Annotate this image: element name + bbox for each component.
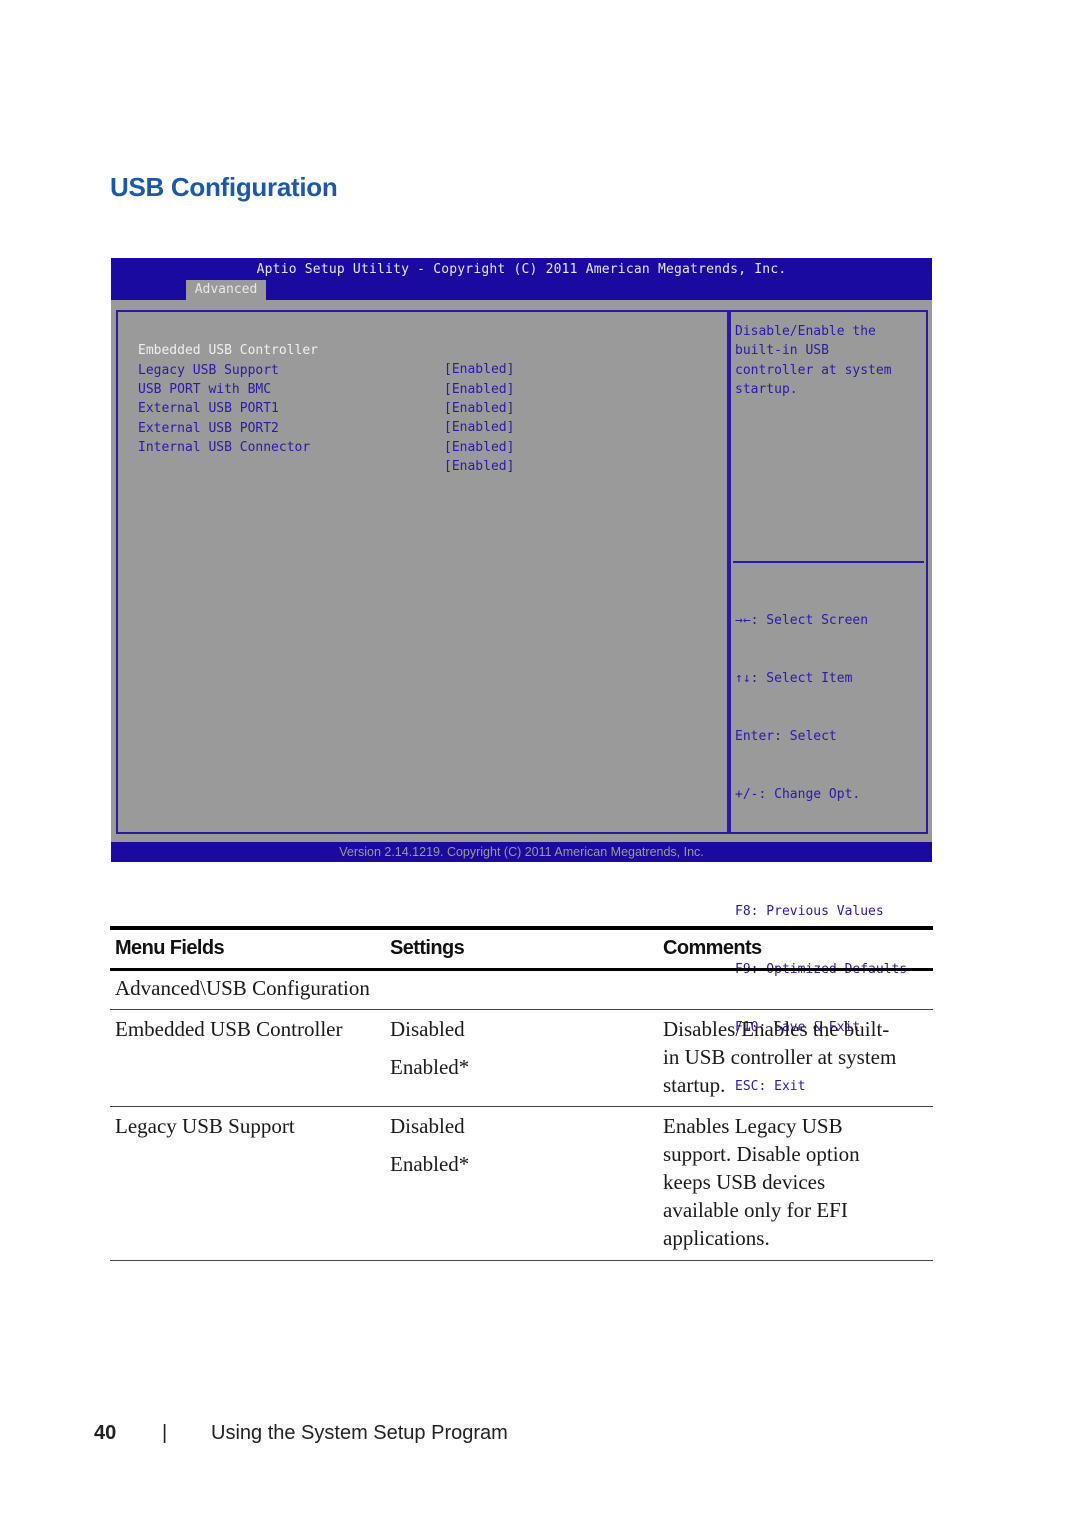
help-description: Disable/Enable the built-in USB controll… <box>735 322 921 399</box>
setting-disabled: Disabled <box>390 1017 465 1041</box>
chapter-title: Using the System Setup Program <box>211 1422 508 1444</box>
settings-table: Menu Fields Settings Comments Advanced\U… <box>110 926 933 1261</box>
bios-item-label: Internal USB Connector <box>138 440 311 455</box>
bios-item-internal-usb-connector[interactable]: Internal USB Connector [Enabled] <box>138 419 514 474</box>
bios-settings-panel: Embedded USB Controller [Enabled] Legacy… <box>116 310 729 834</box>
bios-item-value[interactable]: [Enabled] <box>444 457 544 476</box>
bios-item-value[interactable]: [Enabled] <box>444 360 544 379</box>
comment-line: in USB controller at system <box>663 1045 897 1069</box>
help-line: built-in USB <box>735 343 829 359</box>
comment-line: startup. <box>663 1073 726 1097</box>
header-menu-fields: Menu Fields <box>115 937 225 959</box>
table-bottom-rule <box>110 1260 933 1261</box>
field-name: Embedded USB Controller <box>115 1017 343 1041</box>
footer-separator: | <box>162 1422 168 1444</box>
bios-screenshot: Aptio Setup Utility - Copyright (C) 2011… <box>111 258 932 1094</box>
key-enter-select: Enter: Select <box>735 729 837 745</box>
help-line: Disable/Enable the <box>735 324 876 339</box>
help-line: controller at system <box>735 362 892 378</box>
field-name: Legacy USB Support <box>115 1114 295 1138</box>
comment-line: Disables/Enables the built- <box>663 1017 890 1041</box>
table-header: Menu Fields Settings Comments <box>110 930 933 968</box>
table-group-row: Advanced\USB Configuration <box>110 971 933 1009</box>
bios-title: Aptio Setup Utility - Copyright (C) 2011… <box>256 262 787 277</box>
field-comment: Disables/Enables the built- in USB contr… <box>663 1015 933 1099</box>
page-number: 40 <box>94 1422 117 1444</box>
setting-disabled: Disabled <box>390 1114 465 1138</box>
header-comments: Comments <box>663 937 762 959</box>
bios-item-embedded-usb-controller[interactable]: Embedded USB Controller [Enabled] <box>138 322 514 377</box>
comment-line: Enables Legacy USB <box>663 1114 843 1138</box>
setting-enabled-default: Enabled* <box>390 1055 470 1079</box>
field-comment: Enables Legacy USB support. Disable opti… <box>663 1112 933 1252</box>
comment-line: applications. <box>663 1226 770 1250</box>
help-line: startup. <box>735 381 798 397</box>
bios-item-value[interactable]: [Enabled] <box>444 418 544 437</box>
tab-advanced[interactable]: Advanced <box>186 280 266 300</box>
key-select-item: ↑↓: Select Item <box>735 671 853 687</box>
bios-header: Aptio Setup Utility - Copyright (C) 2011… <box>111 258 932 300</box>
section-title: USB Configuration <box>110 172 338 202</box>
key-previous-values: F8: Previous Values <box>735 903 884 919</box>
header-settings: Settings <box>390 937 465 959</box>
bios-item-external-usb-port2[interactable]: External USB PORT2 [Enabled] <box>138 400 514 455</box>
key-select-screen: →←: Select Screen <box>735 612 869 628</box>
comment-line: available only for EFI <box>663 1198 848 1222</box>
help-divider <box>733 561 924 563</box>
key-change-opt: +/-: Change Opt. <box>735 787 861 803</box>
comment-line: keeps USB devices <box>663 1170 826 1194</box>
setting-enabled-default: Enabled* <box>390 1152 470 1176</box>
group-label: Advanced\USB Configuration <box>115 976 370 1000</box>
bios-item-value[interactable]: [Enabled] <box>444 438 544 457</box>
bios-item-external-usb-port1[interactable]: External USB PORT1 [Enabled] <box>138 380 514 435</box>
bios-help-panel: Disable/Enable the built-in USB controll… <box>729 310 928 1094</box>
bios-footer: Version 2.14.1219. Copyright (C) 2011 Am… <box>111 842 932 862</box>
comment-line: support. Disable option <box>663 1142 860 1166</box>
table-row: Embedded USB Controller Disabled Enabled… <box>110 1010 933 1106</box>
bios-item-value[interactable]: [Enabled] <box>444 380 544 399</box>
bios-item-usb-port-with-bmc[interactable]: USB PORT with BMC [Enabled] <box>138 361 514 416</box>
bios-item-legacy-usb-support[interactable]: Legacy USB Support [Enabled] <box>138 342 514 397</box>
table-row: Legacy USB Support Disabled Enabled* Ena… <box>110 1107 933 1260</box>
bios-item-value[interactable]: [Enabled] <box>444 399 544 418</box>
